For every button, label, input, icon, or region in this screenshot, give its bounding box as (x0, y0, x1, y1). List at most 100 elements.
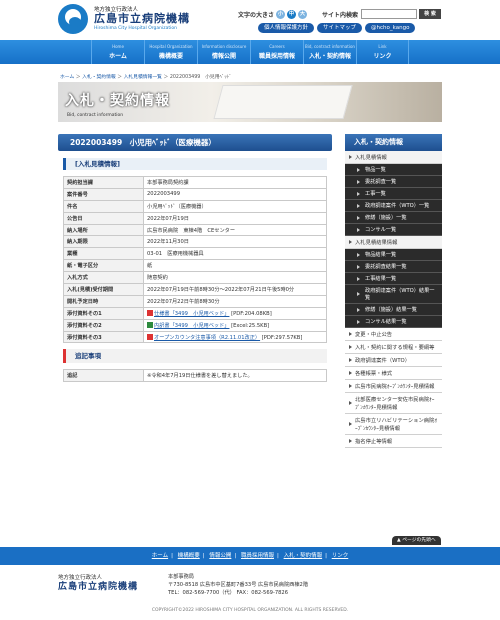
privacy-policy-link[interactable]: 個人情報保護方針 (258, 23, 315, 33)
sidebar-item[interactable]: 指名停止等情報 (345, 435, 442, 448)
row-value: 紙 (143, 259, 327, 273)
row-label: 添付資料その1 (63, 306, 144, 320)
sidebar-subitem[interactable]: 修繕（施設）一覧 (345, 212, 442, 224)
nav-label: 機構概要 (158, 53, 183, 60)
table-row: 件名 小児用ﾍﾞｯﾄﾞ（医療機器） (63, 199, 327, 213)
table-row: 入札方式 随意契約 (63, 271, 327, 285)
footer-link-careers[interactable]: 職員採用情報 (241, 553, 274, 559)
site-logo[interactable]: 地方独立行政法人 広島市立病院機構 Hiroshima City Hospita… (58, 4, 190, 34)
table-row: 追記 ※令和4年7月19日仕様書を差し替えました。 (63, 369, 327, 383)
attachment-link[interactable]: 内訳書「3499 小児用ベッド」 (154, 323, 229, 329)
sidebar-subitem[interactable]: コンサル一覧 (345, 224, 442, 236)
breadcrumb: ホーム ＞ 入札・契約情報 ＞ 入札見積情報一覧 ＞ 2022003499 小児… (60, 75, 232, 80)
attachment-cell: オープンカウンタ注意事項（R2.11.01改正） [PDF:297.57KB] (143, 330, 327, 344)
page-top-label: ページの先頭へ (402, 538, 436, 543)
row-value: 本部事務局契約課 (143, 176, 327, 189)
row-label: 添付資料その2 (63, 318, 144, 332)
footer-address-line: 〒730-8518 広島市中区基町7番33号 広島市民病院西棟2階 (168, 581, 309, 588)
nav-en-label: Careers (269, 44, 285, 49)
nav-disclosure[interactable]: Information disclosure 情報公開 (197, 40, 250, 64)
main-content: 2022003499 小児用ﾍﾞｯﾄﾞ（医療機器） [入札見積情報] 契約担当課… (58, 134, 332, 383)
font-size-small-button[interactable]: 小 (276, 9, 286, 19)
nav-en-label: Bid, contract information (305, 44, 355, 49)
page-banner: 入札・契約情報 Bid, contract information (58, 82, 442, 122)
sidebar-item[interactable]: 広島市民病院ｵｰﾌﾟﾝｶｳﾝﾀｰ見積情報 (345, 380, 442, 393)
sidebar-subitem[interactable]: 修繕（施設）結果一覧 (345, 304, 442, 316)
breadcrumb-home[interactable]: ホーム (60, 75, 74, 80)
attachment-link[interactable]: オープンカウンタ注意事項（R2.11.01改正） (154, 335, 260, 341)
excel-icon (147, 322, 153, 329)
search-input[interactable] (361, 9, 418, 19)
footer-link-home[interactable]: ホーム (152, 553, 168, 559)
sidebar-subitem[interactable]: 政府調達案件（WTO）結果一覧 (345, 285, 442, 304)
sidebar-item-bid-results[interactable]: 入札見積結果情報 (345, 236, 442, 249)
sidebar-item[interactable]: 各種帳票・様式 (345, 367, 442, 380)
logo-icon (58, 4, 88, 34)
font-size-large-button[interactable]: 大 (298, 9, 308, 19)
attachment-meta: [Excel:25.5KB] (231, 322, 270, 329)
sidebar-item[interactable]: 広島市立リハビリテーション病院ｵｰﾌﾟﾝｶｳﾝﾀｰ見積情報 (345, 414, 442, 435)
pdf-icon (147, 334, 153, 341)
page-title: 2022003499 小児用ﾍﾞｯﾄﾞ（医療機器） (58, 134, 332, 151)
footer-link-disclosure[interactable]: 情報公開 (209, 553, 231, 559)
nav-en-label: Hospital Organization (149, 44, 193, 49)
sidebar-subitem[interactable]: 工事結果一覧 (345, 273, 442, 285)
nav-bid[interactable]: Bid, contract information 入札・契約情報 (303, 40, 356, 64)
table-row: 紙・電子区分紙 (63, 259, 327, 273)
footer-link-bid[interactable]: 入札・契約情報 (284, 553, 323, 559)
row-label: 入札(見積)受付期間 (63, 283, 144, 296)
nav-about[interactable]: Hospital Organization 機構概要 (144, 40, 197, 64)
row-label: 業種 (63, 247, 144, 261)
nav-en-label: Home (112, 44, 124, 49)
utility-bar: 文字の大きさ 小 中 大 サイト内検索 検 索 (238, 9, 442, 19)
nav-careers[interactable]: Careers 職員採用情報 (250, 40, 303, 64)
sidebar-item[interactable]: 入札・契約に関する規程・要綱等 (345, 341, 442, 354)
nav-link[interactable]: Link リンク (356, 40, 409, 64)
row-value: 2022年07月22日午前8時30分 (143, 294, 327, 308)
footer-org-name: 広島市立病院機構 (58, 581, 139, 592)
nav-home[interactable]: Home ホーム (91, 40, 144, 64)
breadcrumb-bid[interactable]: 入札・契約情報 (82, 75, 116, 80)
footer-logo: 地方独立行政法人 広島市立病院機構 (58, 575, 138, 592)
header-links: 個人情報保護方針 サイトマップ @hcho_kango (258, 23, 416, 33)
attachment-link[interactable]: 仕様書「3499 小児用ベッド」 (154, 311, 229, 317)
banner-image (213, 85, 353, 119)
logo-english: Hiroshima City Hospital Organization (94, 25, 177, 31)
row-value: 小児用ﾍﾞｯﾄﾞ（医療機器） (143, 199, 327, 213)
sidebar-title: 入札・契約情報 (345, 134, 442, 151)
breadcrumb-list[interactable]: 入札見積情報一覧 (124, 75, 162, 80)
page-top-button[interactable]: ▲ ページの先頭へ (392, 536, 441, 545)
row-value: 広島市民病院 東棟4階 CEセンター (143, 223, 327, 237)
sidebar-item[interactable]: 北部医療センター安佐市民病院ｵｰﾌﾟﾝｶｳﾝﾀｰ見積情報 (345, 393, 442, 414)
sidebar-subitem[interactable]: 物品一覧 (345, 164, 442, 176)
twitter-link[interactable]: @hcho_kango (365, 23, 416, 33)
sidebar-subitem[interactable]: 工事一覧 (345, 188, 442, 200)
sidebar-subitem[interactable]: 委託調査結果一覧 (345, 261, 442, 273)
footer-link-link[interactable]: リンク (332, 553, 349, 559)
sidebar-subitem[interactable]: 物品結果一覧 (345, 249, 442, 261)
row-value: 随意契約 (143, 271, 327, 285)
row-label: 添付資料その3 (63, 330, 144, 344)
row-label: 入札方式 (63, 271, 144, 285)
font-size-medium-button[interactable]: 中 (287, 9, 297, 19)
sidebar-subitem[interactable]: コンサル結果一覧 (345, 316, 442, 328)
sidebar-subitem[interactable]: 委託調査一覧 (345, 176, 442, 188)
nav-en-label: Link (378, 44, 387, 49)
pdf-icon (147, 310, 153, 317)
sidebar-item-bid-info[interactable]: 入札見積情報 (345, 151, 442, 164)
table-row: 納入期限 2022年11月30日 (63, 235, 327, 249)
notice-heading: 追記事項 (63, 349, 327, 364)
search-button[interactable]: 検 索 (419, 9, 442, 19)
sidebar-item[interactable]: 政府調達案件（WTO） (345, 354, 442, 367)
footer-link-about[interactable]: 機構概要 (178, 553, 200, 559)
banner-english: Bid, contract information (67, 113, 124, 118)
attachment-cell: 内訳書「3499 小児用ベッド」 [Excel:25.5KB] (143, 318, 327, 332)
nav-label: 情報公開 (211, 53, 236, 60)
sidebar-subitem[interactable]: 政府調達案件（WTO）一覧 (345, 200, 442, 212)
notice-table: 追記 ※令和4年7月19日仕様書を差し替えました。 (63, 369, 327, 383)
sidebar-item[interactable]: 変更・中止公告 (345, 328, 442, 341)
footer-info: 地方独立行政法人 広島市立病院機構 本部事務局 〒730-8518 広島市中区基… (58, 570, 442, 602)
row-value: 2022年11月30日 (143, 235, 327, 249)
sitemap-link[interactable]: サイトマップ (317, 23, 363, 33)
footer-nav: ホーム | 機構概要 | 情報公開 | 職員採用情報 | 入札・契約情報 | リンク (0, 547, 500, 565)
